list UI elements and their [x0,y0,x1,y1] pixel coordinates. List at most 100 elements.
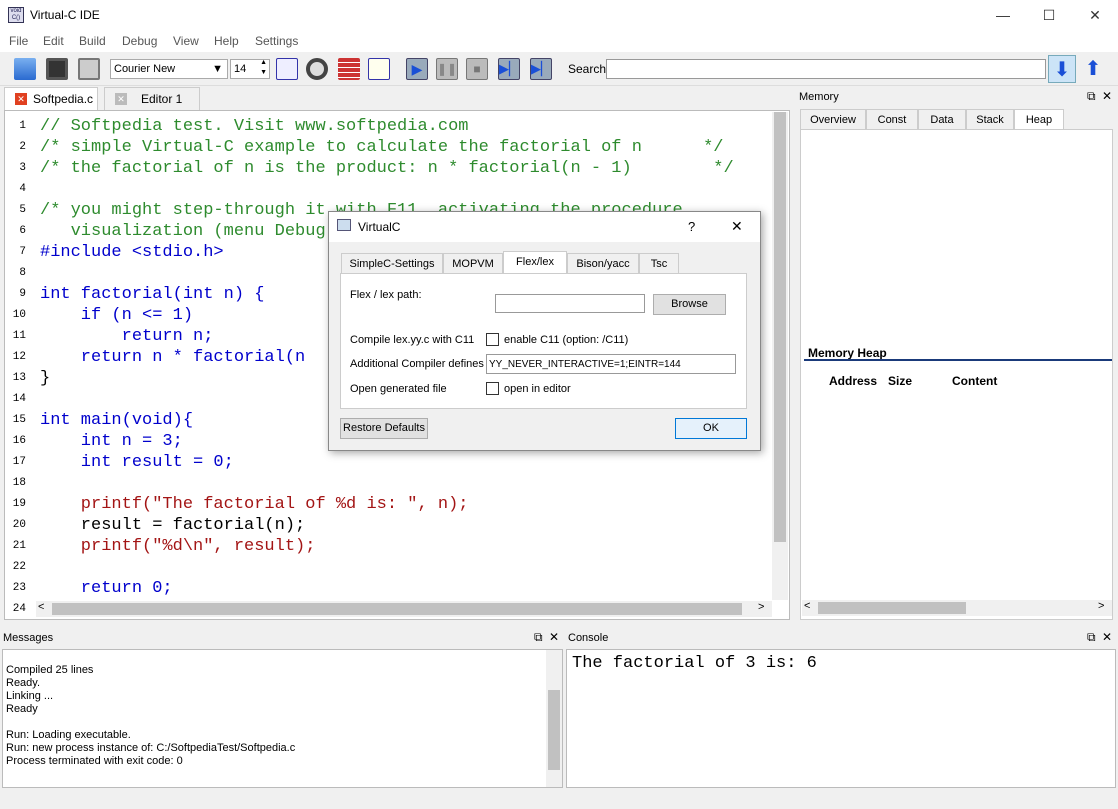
scroll-right-icon[interactable]: > [758,601,764,613]
search-input[interactable] [606,59,1046,79]
code-line: /* simple Virtual-C example to calculate… [40,138,724,157]
heap-horizontal-scrollbar[interactable]: < > [802,600,1112,616]
line-number: 24 [12,603,26,615]
menu-file[interactable]: File [9,34,28,48]
close-icon[interactable]: ✕ [1102,630,1112,644]
open-in-editor-label: open in editor [504,383,571,395]
column-content: Content [952,374,998,388]
menu-edit[interactable]: Edit [43,34,64,48]
defines-label: Additional Compiler defines [350,358,484,370]
heap-divider [804,359,1112,361]
code-line: printf("%d\n", result); [40,537,316,556]
search-up-button[interactable]: ⬆ [1079,55,1107,83]
debug-button[interactable] [366,56,392,82]
line-number: 14 [12,393,26,405]
code-line: return 0; [40,579,173,598]
code-line: visualization (menu Debug [40,222,326,241]
tab-simplec-settings[interactable]: SimpleC-Settings [341,253,443,274]
window-title: Virtual-C IDE [30,8,100,22]
compile-button[interactable] [274,56,300,82]
tab-softpedia[interactable]: ✕ Softpedia.c [4,87,98,110]
settings-button[interactable] [304,56,330,82]
line-number: 15 [12,414,26,426]
tab-flex-lex[interactable]: Flex/lex [503,251,567,274]
close-icon[interactable]: ✕ [549,630,559,644]
tab-data[interactable]: Data [918,109,966,130]
step-over-button[interactable]: ▶▏ [528,56,554,82]
pause-button[interactable]: ❚❚ [434,56,460,82]
float-icon[interactable]: ⧉ [534,630,543,645]
browse-button[interactable]: Browse [653,294,726,315]
code-line: int result = 0; [40,453,234,472]
tab-tsc[interactable]: Tsc [639,253,679,274]
void-c-icon [276,58,298,80]
tab-mopvm[interactable]: MOPVM [443,253,503,274]
tab-const[interactable]: Const [866,109,918,130]
font-size-stepper[interactable]: 14 ▲ ▼ [230,59,270,79]
tab-heap[interactable]: Heap [1014,109,1064,130]
line-number: 13 [12,372,26,384]
play-icon: ▶ [406,58,428,80]
editor-horizontal-scrollbar[interactable]: < > [36,601,772,617]
line-number: 21 [12,540,26,552]
scroll-left-icon[interactable]: < [38,601,44,613]
step-into-icon: ▶▏ [498,58,520,80]
enable-c11-checkbox[interactable] [486,333,499,346]
search-down-button[interactable]: ⬇ [1048,55,1076,83]
close-button[interactable]: ✕ [1072,0,1118,30]
stop-button[interactable]: ■ [464,56,490,82]
flex-path-input[interactable] [495,294,645,313]
memory-title: Memory [799,91,839,103]
build-button[interactable] [336,56,362,82]
restore-defaults-button[interactable]: Restore Defaults [340,418,428,439]
arrow-down-icon: ⬇ [1053,59,1071,81]
save-button[interactable] [44,56,70,82]
flex-path-label: Flex / lex path: [350,289,422,301]
code-line: /* the factorial of n is the product: n … [40,159,734,178]
message-line: Process terminated with exit code: 0 [6,755,183,767]
search-label: Search: [568,62,610,76]
column-address: Address [829,374,878,388]
tab-stack[interactable]: Stack [966,109,1014,130]
open-generated-label: Open generated file [350,383,447,395]
menu-build[interactable]: Build [79,34,106,48]
close-icon[interactable]: ✕ [15,93,27,105]
line-number: 4 [19,183,26,195]
step-into-button[interactable]: ▶▏ [496,56,522,82]
step-over-icon: ▶▏ [530,58,552,80]
close-icon[interactable]: ✕ [115,93,127,105]
maximize-button[interactable]: ☐ [1026,0,1072,30]
minimize-button[interactable]: — [980,0,1026,30]
menu-view[interactable]: View [173,34,199,48]
tab-editor-1[interactable]: ✕ Editor 1 [104,87,200,110]
code-line: result = factorial(n); [40,516,306,535]
line-number: 12 [12,351,26,363]
float-icon[interactable]: ⧉ [1087,89,1096,104]
dialog-close-button[interactable]: ✕ [731,218,743,235]
title-bar [0,0,1118,30]
font-select[interactable]: Courier New ▼ [110,59,228,79]
close-icon[interactable]: ✕ [1102,89,1112,103]
menu-settings[interactable]: Settings [255,34,298,48]
tab-overview[interactable]: Overview [800,109,866,130]
editor-vertical-scrollbar[interactable] [772,112,788,600]
scroll-right-icon[interactable]: > [1098,600,1104,612]
line-number: 1 [19,120,26,132]
open-button[interactable] [12,56,38,82]
tab-bison-yacc[interactable]: Bison/yacc [567,253,639,274]
print-button[interactable] [76,56,102,82]
run-button[interactable]: ▶ [404,56,430,82]
menu-help[interactable]: Help [214,34,239,48]
dialog-app-icon [337,219,351,231]
scroll-left-icon[interactable]: < [804,600,810,612]
dialog-title: VirtualC [358,220,401,234]
float-icon[interactable]: ⧉ [1087,630,1096,645]
line-number: 5 [19,204,26,216]
defines-input[interactable] [486,354,736,374]
ok-button[interactable]: OK [675,418,747,439]
open-in-editor-checkbox[interactable] [486,382,499,395]
code-line: int main(void){ [40,411,194,430]
menu-debug[interactable]: Debug [122,34,157,48]
help-button[interactable]: ? [688,219,695,234]
messages-scrollbar[interactable] [546,650,562,787]
